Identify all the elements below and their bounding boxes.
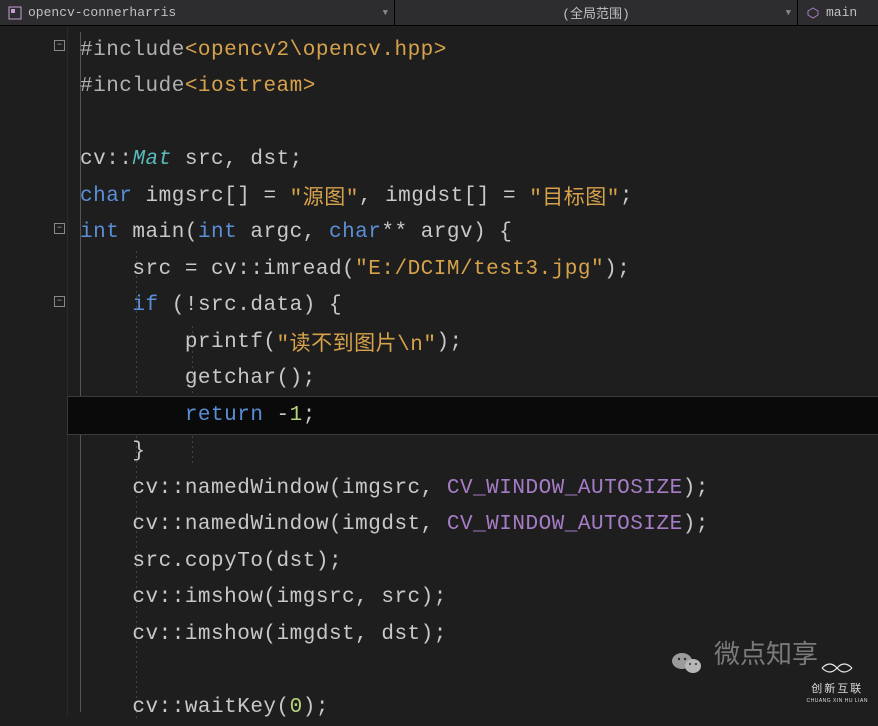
code-line: src.copyTo(dst);: [68, 543, 878, 580]
code-line: [68, 105, 878, 142]
scope-label: (全局范围): [562, 3, 630, 22]
project-label: opencv-connerharris: [28, 5, 176, 20]
editor-gutter: − − −: [0, 26, 68, 716]
code-line: if (!src.data) {: [68, 288, 878, 325]
fold-toggle[interactable]: −: [54, 296, 65, 307]
member-dropdown[interactable]: main: [798, 0, 878, 25]
code-line: cv::namedWindow(imgsrc, CV_WINDOW_AUTOSI…: [68, 470, 878, 507]
cube-icon: [806, 6, 820, 20]
navigation-bar: opencv-connerharris ▼ (全局范围) ▼ main: [0, 0, 878, 26]
code-line: char imgsrc[] = "源图", imgdst[] = "目标图";: [68, 178, 878, 215]
fold-toggle[interactable]: −: [54, 223, 65, 234]
project-icon: [8, 6, 22, 20]
member-label: main: [826, 5, 857, 20]
chevron-down-icon: ▼: [383, 8, 388, 18]
project-dropdown[interactable]: opencv-connerharris ▼: [0, 0, 395, 25]
code-line: cv::waitKey(0);: [68, 689, 878, 726]
fold-toggle[interactable]: −: [54, 40, 65, 51]
code-editor[interactable]: − − − #include <opencv2\opencv.hpp> #inc…: [0, 26, 878, 716]
code-area[interactable]: #include <opencv2\opencv.hpp> #include <…: [68, 26, 878, 716]
watermark-logo: 创新互联 CHUANG XIN HU LIAN: [806, 658, 868, 704]
scope-dropdown[interactable]: (全局范围) ▼: [395, 0, 798, 25]
code-line: cv::imshow(imgsrc, src);: [68, 580, 878, 617]
code-line: #include <iostream>: [68, 69, 878, 106]
code-line: src = cv::imread("E:/DCIM/test3.jpg");: [68, 251, 878, 288]
chevron-down-icon: ▼: [786, 8, 791, 18]
code-line-current: return -1;: [68, 397, 878, 434]
code-line: #include <opencv2\opencv.hpp>: [68, 32, 878, 69]
code-line: printf("读不到图片\n");: [68, 324, 878, 361]
code-line: }: [68, 434, 878, 471]
code-line: getchar();: [68, 361, 878, 398]
wechat-icon: [671, 650, 703, 676]
logo-icon: [820, 658, 854, 678]
code-line: int main(int argc, char** argv) {: [68, 215, 878, 252]
code-line: cv::Mat src, dst;: [68, 142, 878, 179]
code-line: cv::namedWindow(imgdst, CV_WINDOW_AUTOSI…: [68, 507, 878, 544]
watermark-text: 微点知享: [714, 634, 818, 671]
